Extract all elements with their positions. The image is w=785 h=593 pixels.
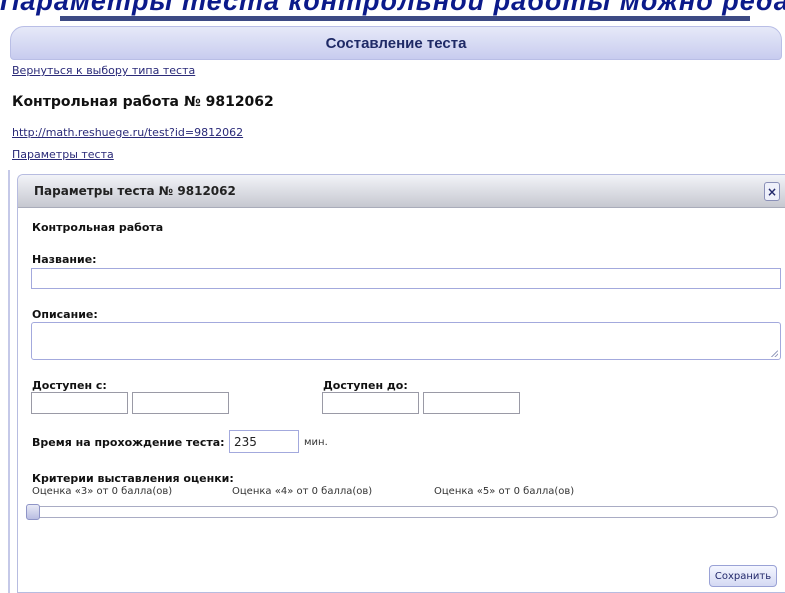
available-to-label: Доступен до:: [323, 379, 408, 392]
test-params-link[interactable]: Параметры теста: [12, 148, 114, 161]
test-type-label: Контрольная работа: [32, 221, 164, 234]
page-title-bar: Составление теста: [10, 26, 782, 60]
available-to-date-input[interactable]: [322, 392, 419, 414]
slide-caption: Параметры теста контрольной работы можно…: [0, 0, 785, 16]
save-button[interactable]: Сохранить: [709, 565, 777, 587]
test-params-dialog: Параметры теста № 9812062 × Контрольная …: [17, 174, 785, 593]
time-input[interactable]: [229, 430, 299, 453]
caption-strip: [60, 16, 750, 21]
name-input[interactable]: [31, 268, 781, 289]
grade-slider-track[interactable]: [26, 506, 778, 518]
dialog-title: Параметры теста № 9812062: [34, 184, 236, 198]
close-icon[interactable]: ×: [764, 182, 780, 201]
available-from-label: Доступен с:: [32, 379, 107, 392]
grade-5-label: Оценка «5» от 0 балла(ов): [434, 486, 575, 497]
grade-4-label: Оценка «4» от 0 балла(ов): [232, 486, 373, 497]
resize-grip-icon[interactable]: [771, 350, 778, 357]
grade-3-label: Оценка «3» от 0 балла(ов): [32, 486, 173, 497]
criteria-label: Критерии выставления оценки:: [32, 472, 234, 485]
time-unit: мин.: [304, 437, 328, 448]
description-textarea[interactable]: [31, 322, 781, 360]
available-to-time-input[interactable]: [423, 392, 520, 414]
time-label: Время на прохождение теста:: [32, 436, 225, 449]
description-label: Описание:: [32, 308, 98, 321]
back-to-test-type-link[interactable]: Вернуться к выбору типа теста: [12, 64, 195, 77]
work-title: Контрольная работа № 9812062: [12, 94, 274, 110]
grade-slider-handle[interactable]: [26, 504, 40, 520]
content-left-rule: [8, 170, 10, 593]
available-from-date-input[interactable]: [31, 392, 128, 414]
name-label: Название:: [32, 253, 97, 266]
page-title: Составление теста: [325, 34, 467, 52]
available-from-time-input[interactable]: [132, 392, 229, 414]
dialog-header: Параметры теста № 9812062 ×: [18, 175, 785, 208]
test-url-link[interactable]: http://math.reshuege.ru/test?id=9812062: [12, 126, 243, 139]
